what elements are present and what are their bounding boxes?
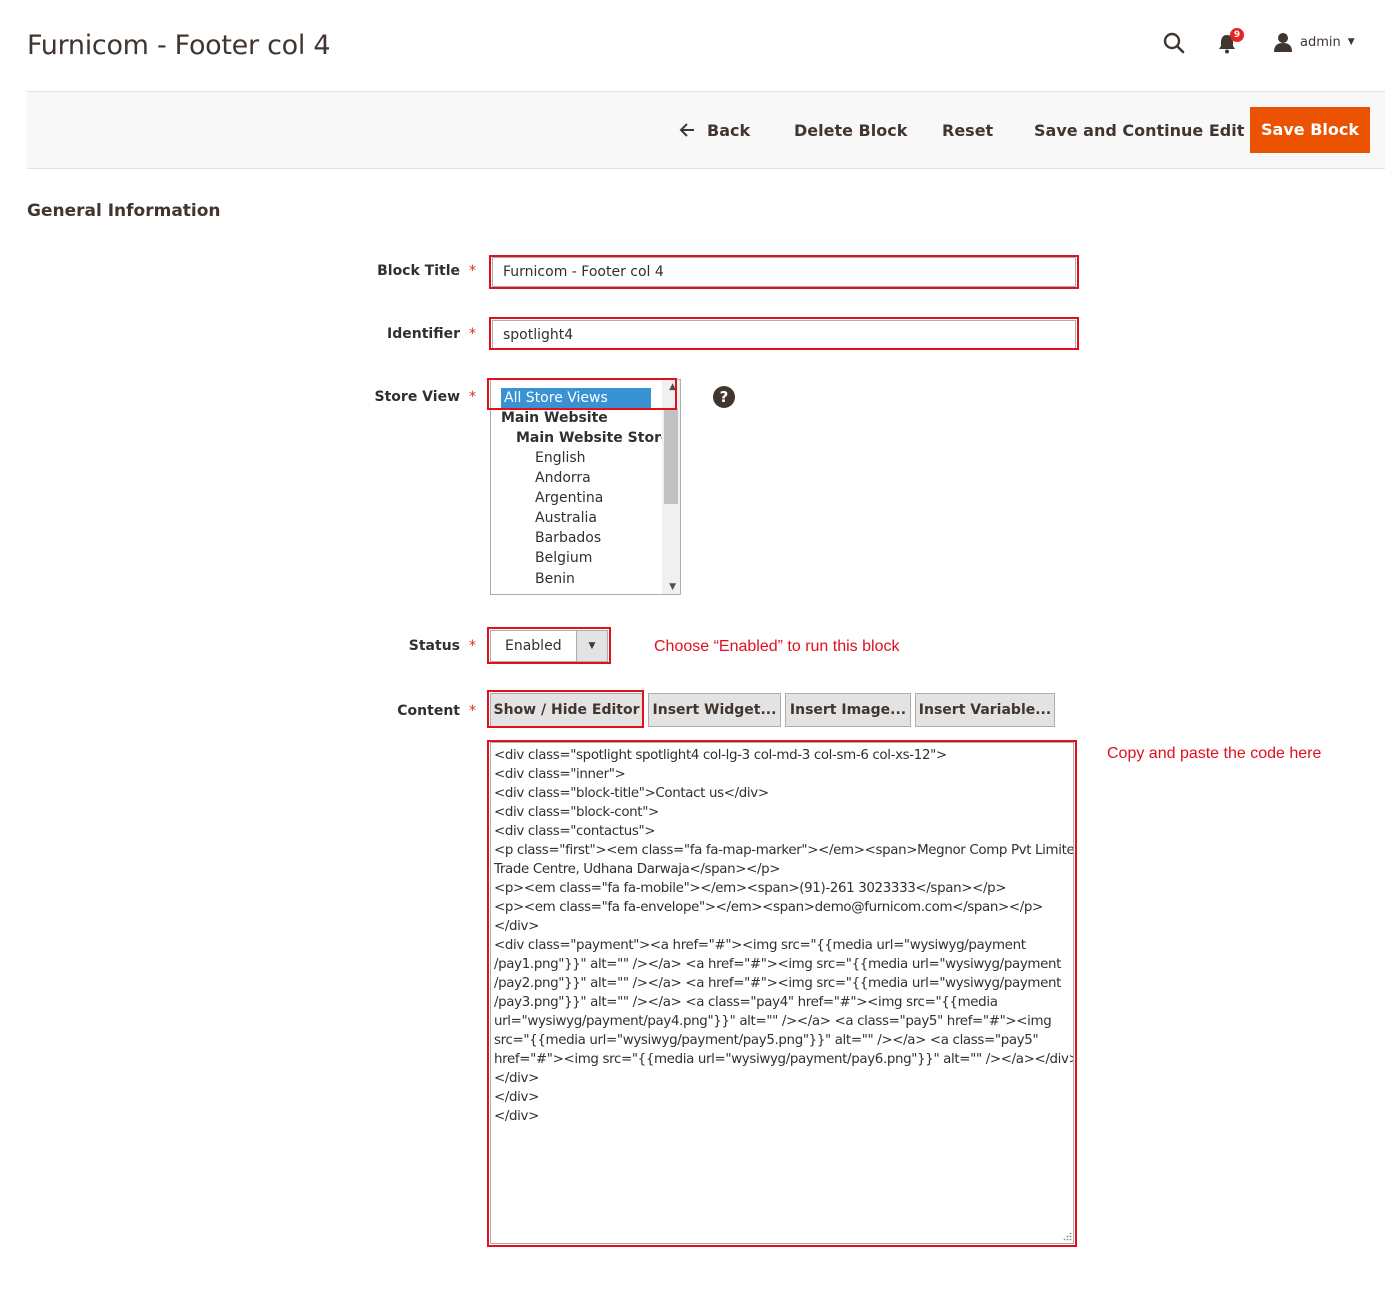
store-option[interactable]: Andorra	[535, 468, 591, 488]
show-hide-editor-button[interactable]: Show / Hide Editor	[490, 693, 643, 727]
code-line: url="wysiwyg/payment/pay4.png"}}" alt=""…	[494, 1014, 1052, 1029]
code-line: Trade Centre, Udhana Darwaja</span></p>	[494, 862, 781, 877]
resize-handle-icon[interactable]	[1063, 1232, 1072, 1241]
code-line: <p><em class="fa fa-envelope"></em><span…	[494, 900, 1043, 915]
status-annotation: Choose “Enabled” to run this block	[654, 638, 900, 655]
back-button[interactable]: Back	[679, 121, 750, 140]
code-line: </div>	[494, 919, 539, 934]
chevron-down-icon: ▼	[1347, 37, 1355, 47]
content-label: Content	[397, 703, 460, 719]
code-line: /pay2.png"}}" alt="" /></a> <a href="#">…	[494, 976, 1062, 991]
arrow-left-icon	[679, 123, 694, 137]
required-marker: *	[469, 263, 476, 279]
identifier-input[interactable]: spotlight4	[492, 320, 1076, 350]
reset-button[interactable]: Reset	[942, 121, 993, 140]
insert-variable-button[interactable]: Insert Variable...	[915, 693, 1055, 727]
store-option[interactable]: Barbados	[535, 528, 601, 548]
store-option[interactable]: Belgium	[535, 548, 592, 568]
status-value: Enabled	[505, 638, 562, 654]
code-line: src="{{media url="wysiwyg/payment/pay5.p…	[494, 1033, 1039, 1048]
code-line: </div>	[494, 1071, 539, 1086]
save-and-continue-button[interactable]: Save and Continue Edit	[1034, 121, 1244, 140]
notifications-button[interactable]: 9	[1217, 28, 1247, 55]
required-marker: *	[469, 638, 476, 654]
page-actions-toolbar: Back Delete Block Reset Save and Continu…	[27, 91, 1385, 169]
code-line: <div class="inner">	[494, 767, 626, 782]
code-line: <p class="first"><em class="fa fa-map-ma…	[494, 843, 1074, 858]
status-select[interactable]: Enabled ▼	[490, 630, 608, 662]
scroll-down-icon[interactable]: ▼	[669, 582, 676, 592]
status-label: Status	[408, 638, 460, 654]
scrollbar-thumb[interactable]	[664, 408, 678, 504]
code-line: <div class="spotlight spotlight4 col-lg-…	[494, 748, 947, 763]
store-view-multiselect[interactable]: All Store Views Main Website Main Websit…	[490, 379, 681, 595]
code-line: </div>	[494, 1090, 539, 1105]
code-line: <div class="payment"><a href="#"><img sr…	[494, 938, 1026, 953]
search-icon[interactable]	[1162, 31, 1186, 55]
content-textarea[interactable]: <div class="spotlight spotlight4 col-lg-…	[490, 742, 1074, 1244]
store-option[interactable]: All Store Views	[501, 388, 651, 408]
identifier-label: Identifier	[387, 326, 460, 342]
code-line: /pay3.png"}}" alt="" /></a> <a class="pa…	[494, 995, 998, 1010]
delete-block-button[interactable]: Delete Block	[794, 121, 907, 140]
store-option[interactable]: Benin	[535, 569, 575, 589]
required-marker: *	[469, 389, 476, 405]
code-line: <p><em class="fa fa-mobile"></em><span>(…	[494, 881, 1007, 896]
section-title: General Information	[27, 201, 221, 221]
code-line: <div class="block-cont">	[494, 805, 659, 820]
user-menu[interactable]: admin ▼	[1272, 30, 1372, 54]
store-option[interactable]: Australia	[535, 508, 597, 528]
notification-count-badge: 9	[1230, 28, 1244, 42]
insert-image-button[interactable]: Insert Image...	[785, 693, 911, 727]
user-name: admin	[1300, 34, 1341, 50]
back-label: Back	[707, 121, 751, 140]
required-marker: *	[469, 326, 476, 342]
block-title-input[interactable]: Furnicom - Footer col 4	[492, 257, 1076, 287]
code-line: /pay1.png"}}" alt="" /></a> <a href="#">…	[494, 957, 1062, 972]
help-icon[interactable]: ?	[713, 386, 735, 408]
store-option[interactable]: Main Website	[501, 408, 608, 428]
store-option[interactable]: English	[535, 448, 586, 468]
user-icon	[1274, 33, 1292, 52]
store-option[interactable]: Main Website Store	[516, 428, 670, 448]
content-annotation: Copy and paste the code here	[1107, 745, 1322, 762]
chevron-down-icon: ▼	[576, 631, 607, 661]
store-list-scrollbar[interactable]: ▲ ▼	[662, 380, 680, 594]
save-block-button[interactable]: Save Block	[1250, 107, 1370, 153]
code-line: <div class="block-title">Contact us</div…	[494, 786, 769, 801]
insert-widget-button[interactable]: Insert Widget...	[648, 693, 781, 727]
store-view-label: Store View	[374, 389, 460, 405]
code-line: href="#"><img src="{{media url="wysiwyg/…	[494, 1052, 1074, 1067]
scroll-up-icon[interactable]: ▲	[669, 382, 676, 392]
required-marker: *	[469, 703, 476, 719]
store-option[interactable]: Argentina	[535, 488, 603, 508]
page-title: Furnicom - Footer col 4	[27, 30, 331, 61]
code-line: <div class="contactus">	[494, 824, 656, 839]
block-title-label: Block Title	[377, 263, 460, 279]
code-line: </div>	[494, 1109, 539, 1124]
